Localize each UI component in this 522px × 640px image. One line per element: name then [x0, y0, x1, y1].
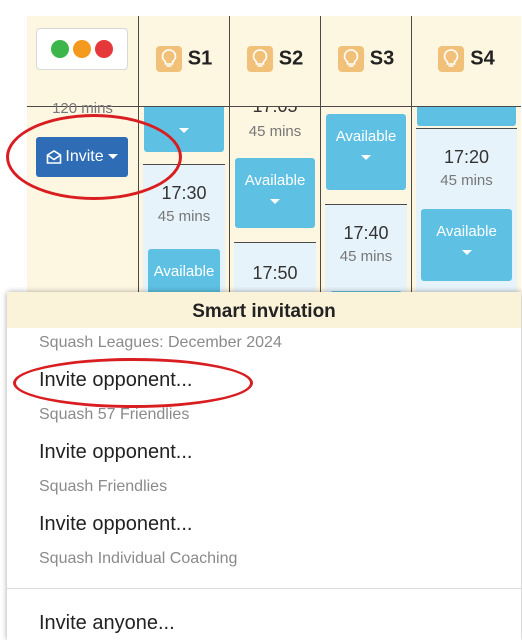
- invite-button-label: Invite: [65, 148, 104, 165]
- slot-time: 17:40: [343, 223, 389, 243]
- time-slot: 17:40 45 mins: [325, 204, 407, 306]
- court-header-s3: S3: [321, 16, 411, 107]
- menu-section-label: Squash Individual Coaching: [39, 550, 238, 567]
- caret-down-icon: [361, 155, 371, 160]
- lightbulb-icon: [155, 46, 182, 72]
- available-label: Available: [153, 263, 215, 280]
- menu-section-label: Squash Friendlies: [39, 478, 168, 495]
- court-label: S3: [369, 47, 395, 70]
- slot-duration: 45 mins: [339, 248, 393, 265]
- envelope-icon: [47, 149, 62, 164]
- available-slot-button[interactable]: Available: [421, 209, 512, 281]
- caret-down-icon: [107, 154, 118, 160]
- slot-duration: 45 mins: [440, 172, 493, 189]
- lightbulb-icon: [337, 46, 364, 72]
- column-court-s4: S4 17:20 45 mins Available: [412, 16, 521, 306]
- invite-opponent-item[interactable]: Invite opponent...: [39, 441, 192, 464]
- menu-divider: [7, 588, 521, 589]
- lightbulb-icon: [438, 46, 465, 72]
- slot-duration: 45 mins: [248, 123, 302, 140]
- invite-anyone-item[interactable]: Invite anyone...: [39, 612, 175, 635]
- time-slot: 17:20 45 mins Available: [416, 128, 517, 306]
- slot-time: 17:30: [161, 183, 207, 203]
- invite-button[interactable]: Invite: [36, 137, 128, 177]
- court-header-s4: S4: [412, 16, 521, 107]
- court-label: S1: [187, 47, 213, 70]
- column-court-s3: S3 Available 17:40 45 mins: [321, 16, 411, 306]
- booking-grid: 120 mins Invite S1 17:30 45 mins Availab…: [27, 16, 521, 306]
- invite-opponent-item[interactable]: Invite opponent...: [39, 369, 192, 392]
- invite-opponent-item[interactable]: Invite opponent...: [39, 513, 192, 536]
- available-slot-button[interactable]: Available: [326, 114, 406, 190]
- caret-down-icon: [179, 128, 189, 133]
- caret-down-icon: [461, 250, 472, 255]
- available-label: Available: [335, 128, 397, 145]
- time-slot: 17:30 45 mins Available: [143, 164, 225, 306]
- lightbulb-icon: [246, 46, 273, 72]
- court-header-s2: S2: [230, 16, 320, 107]
- slot-time: 17:20: [443, 147, 490, 167]
- available-slot-button[interactable]: Available: [235, 158, 315, 228]
- caret-down-icon: [270, 199, 280, 204]
- column-court-s2: 17:05 S2 45 mins Available 17:50: [230, 16, 320, 306]
- slot-duration: 45 mins: [157, 208, 211, 225]
- slot-time: 17:50: [252, 263, 298, 283]
- menu-section-label: Squash 57 Friendlies: [39, 406, 190, 423]
- menu-title: Smart invitation: [7, 292, 521, 328]
- menu-section-label: Squash Leagues: December 2024: [39, 334, 282, 351]
- available-label: Available: [436, 223, 497, 240]
- column-court-s1: S1 17:30 45 mins Available: [139, 16, 229, 306]
- court-header-s1: S1: [139, 16, 229, 107]
- court-label: S2: [278, 47, 304, 70]
- court-label: S4: [470, 47, 495, 70]
- column-actions: 120 mins Invite: [27, 16, 138, 306]
- available-label: Available: [244, 172, 306, 189]
- smart-invitation-menu: Smart invitation Squash Leagues: Decembe…: [7, 292, 521, 640]
